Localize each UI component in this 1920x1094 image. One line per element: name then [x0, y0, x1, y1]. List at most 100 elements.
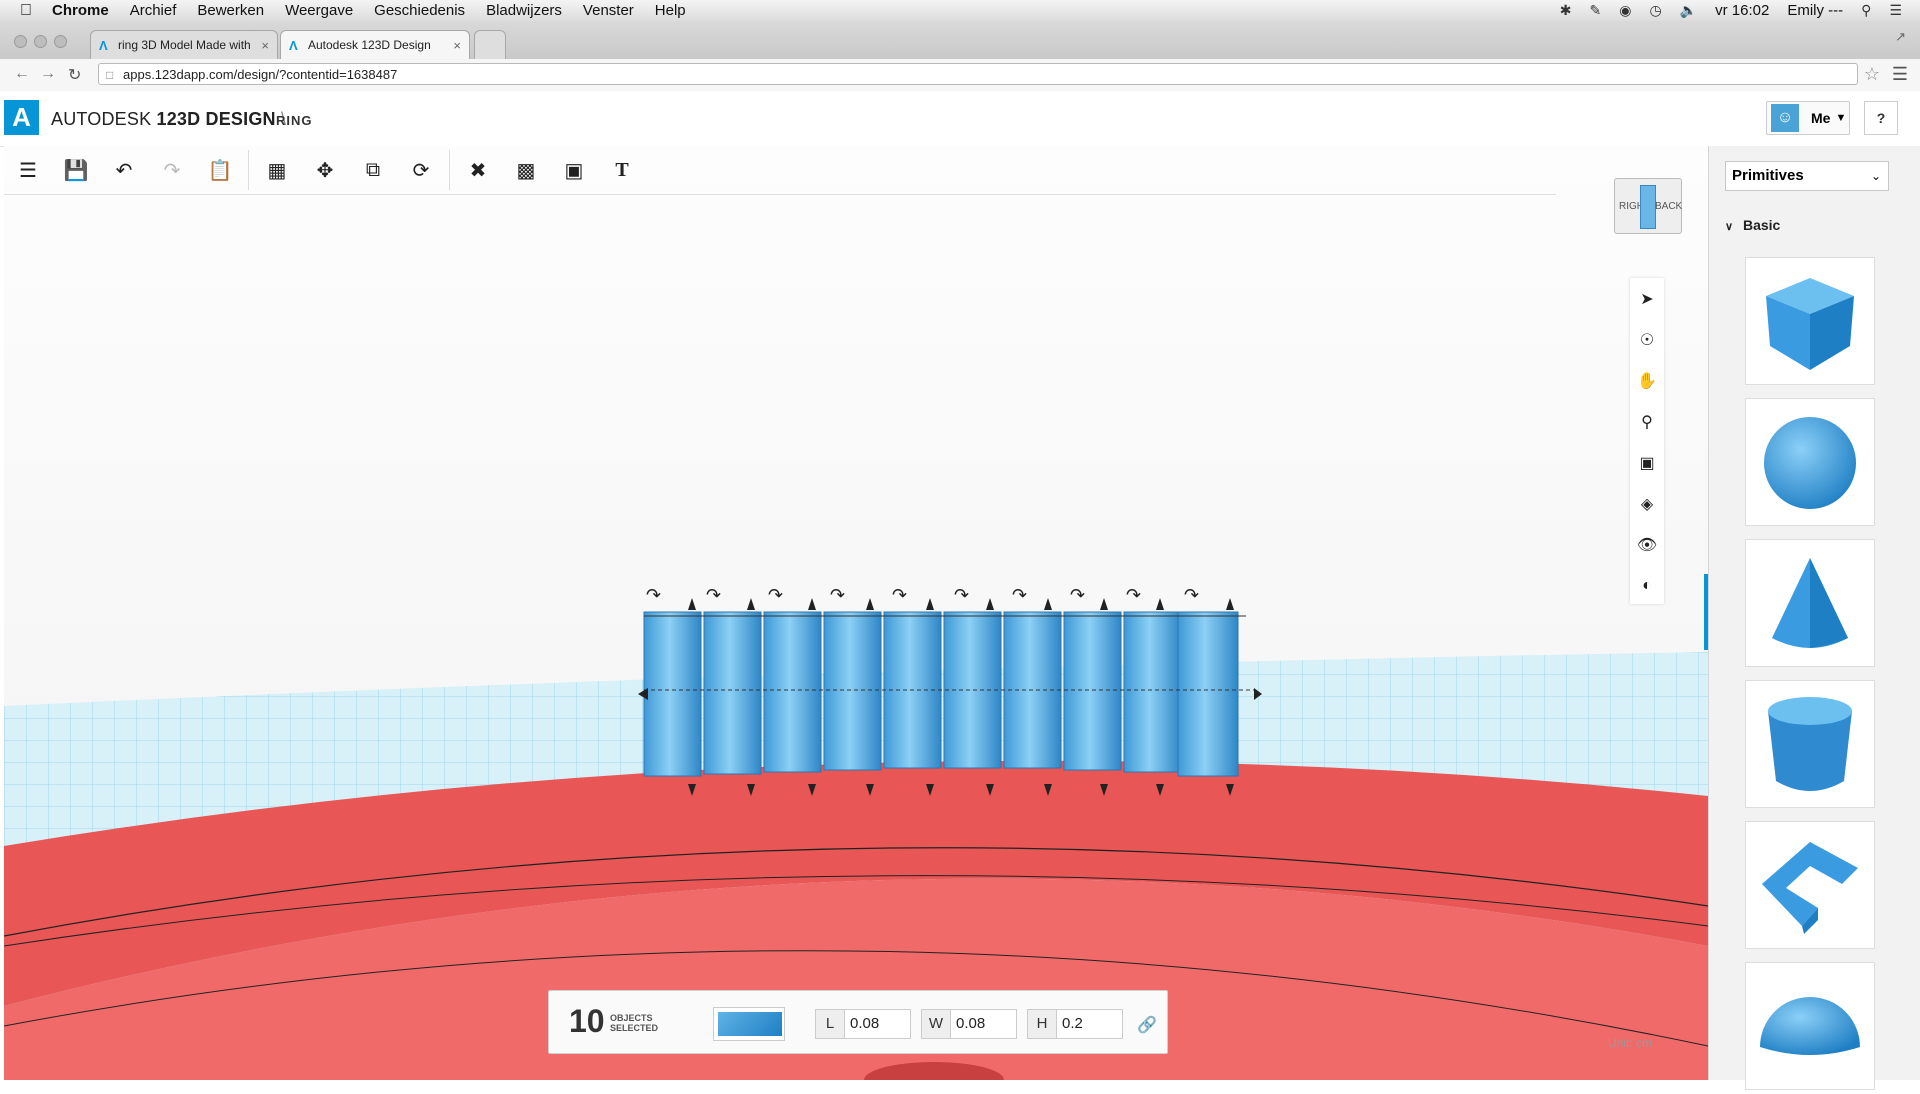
undo-icon[interactable]: ↶: [100, 146, 148, 194]
bluetooth-icon[interactable]: ✱: [1560, 2, 1572, 19]
section-label: Basic: [1742, 217, 1781, 233]
3d-viewport[interactable]: ↷ ↷ ↷ ↷ ↷ ↷ ↷ ↷ ↷ ↷: [4, 146, 1708, 1080]
orbit-icon[interactable]: ☉: [1630, 319, 1664, 360]
project-name[interactable]: RING: [276, 113, 313, 128]
zoom-window-button[interactable]: [54, 35, 67, 48]
menu-bewerken[interactable]: Bewerken: [197, 2, 264, 19]
svg-text:↷: ↷: [1012, 585, 1027, 606]
fullscreen-icon[interactable]: ↗: [1895, 29, 1906, 45]
basic-section-header[interactable]: ∨ Basic: [1725, 217, 1780, 233]
primitive-wedge[interactable]: [1745, 821, 1875, 949]
zoom-icon[interactable]: ⚲: [1630, 401, 1664, 442]
length-field[interactable]: L 0.08: [815, 1009, 911, 1039]
spotlight-icon[interactable]: ⚲: [1861, 2, 1871, 19]
select-pointer-icon[interactable]: ➤: [1630, 278, 1664, 319]
autodesk-favicon-icon: Λ: [99, 38, 108, 53]
user-menu[interactable]: Emily ---: [1787, 2, 1843, 19]
bookmark-star-icon[interactable]: ☆: [1864, 64, 1880, 85]
viewcube-front-face[interactable]: [1640, 185, 1656, 229]
wifi-icon[interactable]: ◉: [1619, 2, 1631, 19]
main-menu-icon[interactable]: ☰: [4, 146, 52, 194]
material-icon[interactable]: ◐: [1630, 565, 1664, 606]
scale-icon[interactable]: ⧉: [349, 146, 397, 194]
height-field[interactable]: H 0.2: [1027, 1009, 1123, 1039]
primitive-hemisphere[interactable]: [1745, 962, 1875, 1090]
material-color: [718, 1012, 782, 1036]
link-dimensions-icon[interactable]: 🔗: [1137, 1015, 1157, 1035]
scene-canvas[interactable]: ↷ ↷ ↷ ↷ ↷ ↷ ↷ ↷ ↷ ↷: [4, 146, 1708, 1080]
pen-icon[interactable]: ✎: [1590, 2, 1602, 19]
menu-bladwijzers[interactable]: Bladwijzers: [486, 2, 562, 19]
grid-icon[interactable]: ▦: [253, 146, 301, 194]
tab-autodesk-123d[interactable]: Λ Autodesk 123D Design ×: [280, 30, 470, 59]
view-cube[interactable]: RIGHT BACK: [1614, 178, 1682, 234]
primitives-dropdown[interactable]: Primitives ⌄: [1725, 161, 1889, 191]
visibility-eye-icon[interactable]: 👁: [1630, 524, 1664, 565]
text-icon[interactable]: T: [598, 146, 646, 194]
rotate-handles[interactable]: ↷ ↷ ↷ ↷ ↷ ↷ ↷ ↷ ↷ ↷: [646, 585, 1199, 606]
primitive-sphere[interactable]: [1745, 398, 1875, 526]
width-value[interactable]: 0.08: [956, 1010, 985, 1038]
group-icon[interactable]: ▣: [550, 146, 598, 194]
height-value[interactable]: 0.2: [1062, 1010, 1083, 1038]
time-machine-icon[interactable]: ◷: [1649, 2, 1661, 19]
main-toolbar: ☰ 💾 ↶ ↷ 📋 ▦ ✥ ⧉ ⟳ ✖ ▩ ▣ T: [4, 146, 1556, 195]
apple-icon[interactable]: : [20, 2, 38, 20]
height-label: H: [1028, 1010, 1057, 1038]
cone-icon: [1772, 558, 1848, 648]
viewcube-back-face[interactable]: BACK: [1655, 201, 1682, 212]
combine-icon[interactable]: ▩: [502, 146, 550, 194]
forward-icon[interactable]: →: [40, 65, 56, 83]
brand-prefix: AUTODESK: [51, 109, 152, 129]
help-button[interactable]: ?: [1864, 101, 1898, 135]
chevron-down-icon: ▼: [1835, 112, 1847, 124]
primitive-cone[interactable]: [1745, 539, 1875, 667]
refresh-icon[interactable]: ⟳: [397, 146, 445, 194]
selection-count: 10: [569, 1003, 605, 1039]
chrome-menu-icon[interactable]: ☰: [1892, 64, 1908, 85]
url-bar[interactable]: □ apps.123dapp.com/design/?contentid=163…: [98, 63, 1858, 85]
redo-icon[interactable]: ↷: [148, 146, 196, 194]
svg-text:↷: ↷: [830, 585, 845, 606]
notification-icon[interactable]: ☰: [1889, 2, 1902, 19]
clock[interactable]: vr 16:02: [1715, 2, 1769, 19]
menu-geschiedenis[interactable]: Geschiedenis: [374, 2, 465, 19]
pan-hand-icon[interactable]: ✋: [1630, 360, 1664, 401]
width-field[interactable]: W 0.08: [921, 1009, 1017, 1039]
volume-icon[interactable]: 🔈: [1680, 2, 1697, 19]
menu-help[interactable]: Help: [655, 2, 686, 19]
fit-view-icon[interactable]: ▣: [1630, 442, 1664, 483]
toolbar-divider: [449, 150, 450, 190]
save-icon[interactable]: 💾: [52, 146, 100, 194]
hemisphere-icon: [1760, 997, 1860, 1055]
back-icon[interactable]: ←: [14, 65, 30, 83]
clipboard-icon[interactable]: 📋: [196, 146, 244, 194]
svg-text:↷: ↷: [1184, 585, 1199, 606]
sphere-icon: [1764, 417, 1856, 509]
reload-icon[interactable]: ↻: [68, 65, 81, 85]
new-tab-button[interactable]: [474, 30, 506, 59]
tab-label: Autodesk 123D Design: [308, 38, 431, 52]
close-window-button[interactable]: [14, 35, 27, 48]
chevron-down-icon: ⌄: [1870, 169, 1881, 183]
menu-app[interactable]: Chrome: [52, 2, 109, 19]
primitive-cylinder[interactable]: [1745, 680, 1875, 808]
close-tab-icon[interactable]: ×: [453, 38, 461, 53]
menu-archief[interactable]: Archief: [130, 2, 177, 19]
modify-tools-icon[interactable]: ✖: [454, 146, 502, 194]
menu-venster[interactable]: Venster: [583, 2, 634, 19]
user-account-button[interactable]: ☺ Me ▼: [1766, 101, 1850, 135]
menu-weergave[interactable]: Weergave: [285, 2, 353, 19]
browser-tabbar: Λ ring 3D Model Made with × Λ Autodesk 1…: [0, 21, 1920, 59]
selected-cylinders[interactable]: [643, 611, 1254, 777]
minimize-window-button[interactable]: [34, 35, 47, 48]
avatar: ☺: [1771, 104, 1799, 132]
material-swatch[interactable]: [713, 1007, 785, 1041]
autodesk-logo-icon[interactable]: A: [4, 100, 39, 135]
tab-ring-model[interactable]: Λ ring 3D Model Made with ×: [90, 30, 278, 59]
zoom-selected-icon[interactable]: ◈: [1630, 483, 1664, 524]
primitive-box[interactable]: [1745, 257, 1875, 385]
length-value[interactable]: 0.08: [850, 1010, 879, 1038]
move-icon[interactable]: ✥: [301, 146, 349, 194]
close-tab-icon[interactable]: ×: [261, 38, 269, 53]
